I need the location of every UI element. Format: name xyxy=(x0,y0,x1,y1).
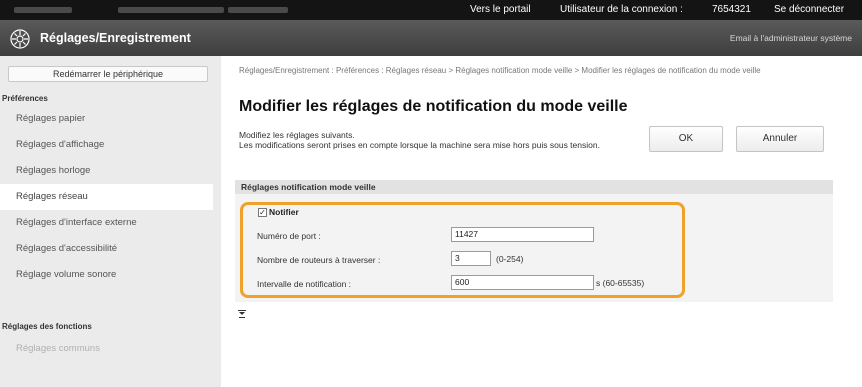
restart-device-button[interactable]: Redémarrer le périphérique xyxy=(8,66,208,82)
blurred-text xyxy=(118,7,224,13)
sidebar-item-network[interactable]: Réglages réseau xyxy=(0,184,213,210)
sidebar-item-volume[interactable]: Réglage volume sonore xyxy=(0,262,213,288)
sidebar-item-common[interactable]: Réglages communs xyxy=(0,336,213,362)
interval-label: Intervalle de notification : xyxy=(257,279,352,289)
sidebar-item-accessibility[interactable]: Réglages d'accessibilité xyxy=(0,236,213,262)
cancel-button[interactable]: Annuler xyxy=(736,126,824,152)
sidebar-item-external-interface[interactable]: Réglages d'interface externe xyxy=(0,210,213,236)
app-title: Réglages/Enregistrement xyxy=(40,31,191,45)
app-header: Réglages/Enregistrement Email à l'admini… xyxy=(0,20,862,56)
breadcrumb: Réglages/Enregistrement : Préférences : … xyxy=(239,66,761,75)
notify-checkbox-label: Notifier xyxy=(269,207,299,217)
description-line: Modifiez les réglages suivants. xyxy=(239,130,355,140)
sidebar: Redémarrer le périphérique Préférences R… xyxy=(0,56,221,387)
notify-checkbox[interactable]: ✓ xyxy=(258,208,267,217)
logout-link[interactable]: Se déconnecter xyxy=(774,4,844,15)
gear-settings-icon xyxy=(10,29,30,49)
sidebar-section-functions: Réglages des fonctions xyxy=(2,322,92,331)
blurred-text xyxy=(228,7,288,13)
description-line: Les modifications seront prises en compt… xyxy=(239,140,600,150)
main-content: Réglages/Enregistrement : Préférences : … xyxy=(221,56,862,387)
portal-link[interactable]: Vers le portail xyxy=(470,4,531,15)
sidebar-item-paper[interactable]: Réglages papier xyxy=(0,106,213,132)
sidebar-section-preferences: Préférences xyxy=(2,94,48,103)
sidebar-item-clock[interactable]: Réglages horloge xyxy=(0,158,213,184)
routers-range-hint: (0-254) xyxy=(496,254,524,264)
page-title: Modifier les réglages de notification du… xyxy=(239,98,628,115)
section-header: Réglages notification mode veille xyxy=(235,180,833,194)
interval-input[interactable]: 600 xyxy=(451,275,594,290)
page-description: Modifiez les réglages suivants. Les modi… xyxy=(239,130,669,150)
top-bar: Vers le portail Utilisateur de la connex… xyxy=(0,0,862,20)
port-label: Numéro de port : xyxy=(257,231,321,241)
blurred-text xyxy=(14,7,72,13)
collapse-icon[interactable] xyxy=(238,310,246,318)
login-user-id: 7654321 xyxy=(712,4,751,15)
port-input[interactable]: 11427 xyxy=(451,227,594,242)
admin-mail-link[interactable]: Email à l'administrateur système xyxy=(730,33,852,43)
interval-range-hint: s (60-65535) xyxy=(596,278,645,288)
routers-input[interactable]: 3 xyxy=(451,251,491,266)
ok-button[interactable]: OK xyxy=(649,126,723,152)
sidebar-item-display[interactable]: Réglages d'affichage xyxy=(0,132,213,158)
login-user-label: Utilisateur de la connexion : xyxy=(560,4,683,15)
routers-label: Nombre de routeurs à traverser : xyxy=(257,255,381,265)
